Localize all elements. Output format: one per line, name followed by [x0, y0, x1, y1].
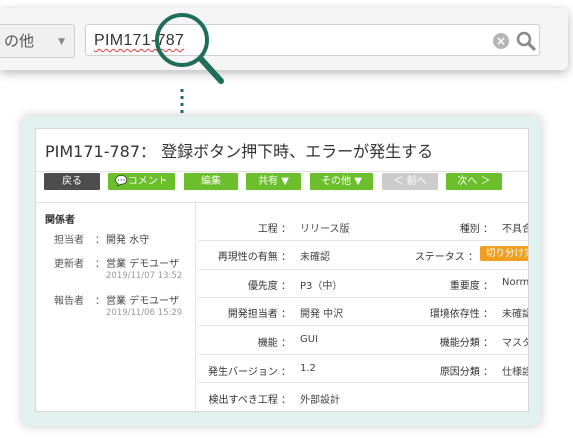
function-value: GUI — [300, 334, 319, 345]
back-button[interactable]: 戻る — [44, 173, 100, 190]
divider — [198, 382, 528, 383]
dev-owner-label: 開発担当者 ： — [227, 309, 291, 320]
type-value: 不具合 — [502, 224, 529, 235]
process-value: リリース版 — [300, 224, 350, 235]
process-label: 工程 ： — [257, 224, 291, 235]
search-input[interactable]: PIM171-787 — [85, 24, 540, 56]
assignee-value: 開発 水守 — [106, 235, 150, 246]
severity-label: 重要度 ： — [449, 281, 493, 292]
separator: ： — [95, 296, 105, 307]
page-count: 1 — [528, 173, 529, 190]
related-people-heading: 関係者 — [45, 215, 75, 226]
found-version-label: 発生バージョン ： — [208, 367, 291, 378]
func-class-value: マスタ — [502, 338, 529, 349]
divider — [198, 240, 528, 241]
assignee-label: 担当者 — [54, 235, 84, 246]
found-version-value: 1.2 — [300, 363, 316, 374]
search-icon[interactable] — [515, 30, 537, 52]
chevron-down-icon: ▼ — [58, 37, 65, 47]
reporter-label: 報告者 — [54, 296, 84, 307]
divider — [198, 354, 528, 355]
comment-button[interactable]: 💬コメント — [108, 173, 175, 190]
repro-label: 再現性の有無 ： — [217, 252, 291, 263]
edit-button[interactable]: 編集 — [184, 173, 238, 190]
page-title: PIM171-787： 登録ボタン押下時、エラーが発生する — [45, 142, 434, 161]
divider — [36, 171, 528, 172]
detect-stage-label: 検出すべき工程 ： — [208, 395, 291, 406]
divider — [198, 325, 528, 326]
clear-icon[interactable]: × — [493, 33, 509, 49]
func-class-label: 機能分類 ： — [439, 338, 493, 349]
separator: ： — [95, 259, 105, 270]
comment-button-label: コメント — [127, 176, 168, 187]
search-query: PIM171-787 — [94, 32, 185, 49]
filter-dropdown[interactable]: の他 ▼ — [0, 24, 75, 58]
severity-value: Normal — [502, 277, 529, 288]
share-button[interactable]: 共有 ▼ — [246, 173, 301, 190]
type-label: 種別 ： — [459, 224, 493, 235]
updater-value: 営業 デモユーザ — [106, 259, 179, 270]
divider — [198, 297, 528, 298]
priority-label: 優先度 ： — [247, 281, 291, 292]
updater-label: 更新者 — [54, 259, 84, 270]
cause-label: 原因分類 ： — [439, 367, 493, 378]
reported-at: 2019/11/06 15:29 — [106, 308, 183, 318]
other-button[interactable]: その他 ▼ — [310, 173, 373, 190]
repro-value: 未確認 — [300, 252, 330, 263]
cause-value: 仕様誤り・抜 — [502, 367, 529, 378]
updated-at: 2019/11/07 13:52 — [106, 271, 183, 281]
detect-stage-value: 外部設計 — [300, 395, 340, 406]
separator: ： — [95, 235, 105, 246]
status-label: ステータス ： — [414, 252, 478, 263]
dev-owner-value: 開発 中沢 — [300, 309, 344, 320]
divider — [195, 203, 196, 411]
issue-detail-panel: PIM171-787： 登録ボタン押下時、エラーが発生する 戻る 💬コメント 編… — [35, 128, 529, 412]
env-dep-value: 未確認 — [502, 309, 529, 320]
status-badge: 切り分け完 — [480, 246, 528, 261]
issue-detail-card: PIM171-787： 登録ボタン押下時、エラーが発生する 戻る 💬コメント 編… — [22, 116, 541, 426]
reporter-value: 営業 デモユーザ — [106, 296, 179, 307]
related-people-section: 関係者 担当者 ： 開発 水守 更新者 ： 営業 デモユーザ 2019/11/0… — [36, 203, 195, 411]
search-bar: の他 ▼ PIM171-787 × — [0, 8, 568, 70]
prev-button[interactable]: ＜ 前へ — [382, 173, 438, 190]
function-label: 機能 ： — [257, 338, 291, 349]
comment-icon: 💬 — [115, 176, 128, 187]
next-button[interactable]: 次へ ＞ — [446, 173, 502, 190]
env-dep-label: 環境依存性 ： — [429, 309, 493, 320]
divider — [198, 269, 528, 270]
priority-value: P3（中） — [300, 281, 343, 292]
filter-dropdown-label: の他 — [4, 32, 35, 50]
